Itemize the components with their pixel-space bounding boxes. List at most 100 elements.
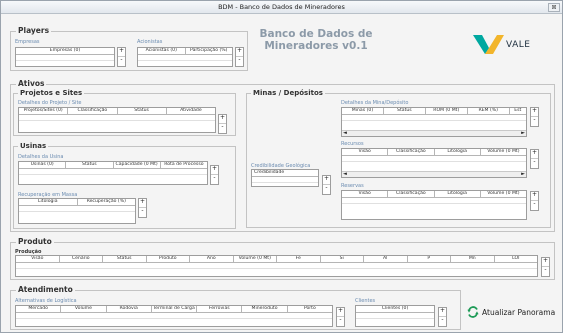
usinas-col-3[interactable]: Rota de Processo xyxy=(161,162,207,168)
mina-col-4[interactable]: Est xyxy=(510,108,526,114)
recuperacao-row[interactable] xyxy=(19,206,135,212)
acionistas-grid[interactable]: Acionistas (0) Participação (%) xyxy=(137,47,233,67)
usinas-col-1[interactable]: Status xyxy=(66,162,114,168)
recuperacao-col-1[interactable]: Recuperação (%) xyxy=(78,199,136,205)
clientes-col-0[interactable]: Clientes (0) xyxy=(356,306,434,312)
mina-hscrollbar[interactable]: ◄ ► xyxy=(342,130,526,136)
alternativas-col-4[interactable]: Ferrovias xyxy=(197,306,243,312)
projetos-col-1[interactable]: Classificação xyxy=(68,108,118,114)
recursos-row[interactable] xyxy=(342,156,526,162)
reservas-col-1[interactable]: Classificação xyxy=(388,191,435,197)
producao-grid[interactable]: Visão Cenário Status Produto Ano Volume … xyxy=(15,255,538,277)
alternativas-col-0[interactable]: Mercado xyxy=(16,306,62,312)
recursos-col-3[interactable]: Volume (0 Mt) xyxy=(481,149,526,155)
mina-col-2[interactable]: ROM (0 Mt) xyxy=(426,108,468,114)
projetos-col-2[interactable]: Status xyxy=(118,108,167,114)
producao-col-5[interactable]: Volume (0 Mt) xyxy=(234,256,277,262)
producao-col-7[interactable]: Si xyxy=(321,256,364,262)
projetos-col-0[interactable]: Projetos/Sites (0) xyxy=(19,108,69,114)
acionistas-col-0[interactable]: Acionistas (0) xyxy=(138,48,186,54)
produto-group: Produto Produção Visão Cenário Status Pr… xyxy=(10,237,555,280)
app-window: BDM - Banco de Dados de Mineradores ⊠ Pl… xyxy=(0,0,563,333)
projetos-row[interactable] xyxy=(19,115,215,121)
alternativas-col-3[interactable]: Terminal de Carga xyxy=(152,306,198,312)
recursos-col-1[interactable]: Classificação xyxy=(388,149,435,155)
credibilidade-row[interactable] xyxy=(252,177,318,183)
reservas-col-0[interactable]: Visão xyxy=(342,191,389,197)
producao-col-9[interactable]: P xyxy=(408,256,451,262)
projetos-remove-button[interactable]: - xyxy=(219,124,226,133)
mina-row[interactable] xyxy=(342,115,526,121)
producao-col-2[interactable]: Status xyxy=(103,256,147,262)
credibilidade-remove-button[interactable]: - xyxy=(323,185,330,194)
reservas-add-remove: + - xyxy=(530,191,539,211)
empresas-grid[interactable]: Empresas (0) xyxy=(15,47,115,67)
producao-col-3[interactable]: Produto xyxy=(147,256,190,262)
producao-remove-button[interactable]: - xyxy=(542,267,549,276)
recursos-remove-button[interactable]: - xyxy=(531,159,538,168)
mina-remove-button[interactable]: - xyxy=(531,117,538,126)
alternativas-row[interactable] xyxy=(16,313,332,319)
app-title-line-1: Banco de Dados de xyxy=(259,28,373,40)
empresas-remove-button[interactable]: - xyxy=(118,57,125,66)
recuperacao-col-0[interactable]: Litologia xyxy=(19,199,78,205)
producao-row[interactable] xyxy=(16,263,537,269)
acionistas-remove-button[interactable]: - xyxy=(236,57,243,66)
producao-add-remove: + - xyxy=(541,257,550,277)
players-group: Players Empresas Empresas (0) + - Acioni… xyxy=(10,26,248,71)
credibilidade-grid[interactable]: Credibilidade xyxy=(251,169,319,187)
recursos-col-2[interactable]: Litologia xyxy=(435,149,481,155)
mina-scroll-right-button[interactable]: ► xyxy=(521,131,525,136)
alternativas-grid[interactable]: Mercado Volume Rodovia Terminal de Carga… xyxy=(15,305,333,327)
clientes-grid[interactable]: Clientes (0) xyxy=(355,305,435,327)
acionistas-row[interactable] xyxy=(138,55,232,61)
producao-col-0[interactable]: Visão xyxy=(16,256,60,262)
producao-col-6[interactable]: Fe xyxy=(277,256,321,262)
usinas-remove-button[interactable]: - xyxy=(211,175,218,184)
clientes-row[interactable] xyxy=(356,313,434,319)
producao-col-4[interactable]: Ano xyxy=(190,256,234,262)
usinas-grid[interactable]: Usinas (0) Status Capacidade (0 Mt) Rota… xyxy=(18,161,208,185)
reservas-col-2[interactable]: Litologia xyxy=(435,191,481,197)
alternativas-col-6[interactable]: Porto xyxy=(288,306,332,312)
projetos-grid[interactable]: Projetos/Sites (0) Classificação Status … xyxy=(18,107,216,133)
projetos-col-3[interactable]: Atividade xyxy=(167,108,215,114)
producao-col-11[interactable]: LOI xyxy=(495,256,538,262)
recursos-col-0[interactable]: Visão xyxy=(342,149,389,155)
usinas-row[interactable] xyxy=(19,169,207,175)
credibilidade-col-0[interactable]: Credibilidade xyxy=(252,170,318,176)
usinas-col-0[interactable]: Usinas (0) xyxy=(19,162,67,168)
clientes-remove-button[interactable]: - xyxy=(439,317,446,326)
mina-detalhes-grid[interactable]: Minas (0) Status ROM (0 Mt) REM (%) Est … xyxy=(341,107,527,137)
alternativas-col-1[interactable]: Volume xyxy=(61,306,107,312)
empresas-row[interactable] xyxy=(16,55,114,61)
reservas-row[interactable] xyxy=(342,198,526,204)
usinas-col-2[interactable]: Capacidade (0 Mt) xyxy=(114,162,161,168)
close-button[interactable]: ⊠ xyxy=(548,3,560,12)
atualizar-panorama-button[interactable]: Atualizar Panorama xyxy=(467,306,555,318)
recuperacao-remove-button[interactable]: - xyxy=(139,208,146,217)
producao-col-10[interactable]: Mn xyxy=(451,256,495,262)
reservas-grid[interactable]: Visão Classificação Litologia Volume (0 … xyxy=(341,190,527,220)
credibilidade-add-remove: + - xyxy=(322,175,331,195)
usinas-detalhes-label: Detalhes da Usina xyxy=(18,154,64,160)
mina-scroll-left-button[interactable]: ◄ xyxy=(343,131,347,136)
recursos-scroll-left-button[interactable]: ◄ xyxy=(343,172,347,177)
mina-col-3[interactable]: REM (%) xyxy=(468,108,510,114)
acionistas-col-1[interactable]: Participação (%) xyxy=(186,48,233,54)
empresas-col-0[interactable]: Empresas (0) xyxy=(16,48,114,54)
alternativas-col-5[interactable]: Mineroduto xyxy=(242,306,288,312)
producao-col-1[interactable]: Cenário xyxy=(60,256,103,262)
recursos-scroll-right-button[interactable]: ► xyxy=(521,172,525,177)
recuperacao-grid[interactable]: Litologia Recuperação (%) xyxy=(18,198,136,224)
producao-col-8[interactable]: Al xyxy=(364,256,408,262)
reservas-col-3[interactable]: Volume (0 Mt) xyxy=(481,191,526,197)
vale-logo-text: VALE xyxy=(506,40,531,50)
alternativas-remove-button[interactable]: - xyxy=(337,317,344,326)
alternativas-col-2[interactable]: Rodovia xyxy=(107,306,152,312)
reservas-remove-button[interactable]: - xyxy=(531,201,538,210)
recursos-grid[interactable]: Visão Classificação Litologia Volume (0 … xyxy=(341,148,527,178)
mina-col-1[interactable]: Status xyxy=(384,108,426,114)
mina-col-0[interactable]: Minas (0) xyxy=(342,108,384,114)
recursos-hscrollbar[interactable]: ◄ ► xyxy=(342,171,526,177)
